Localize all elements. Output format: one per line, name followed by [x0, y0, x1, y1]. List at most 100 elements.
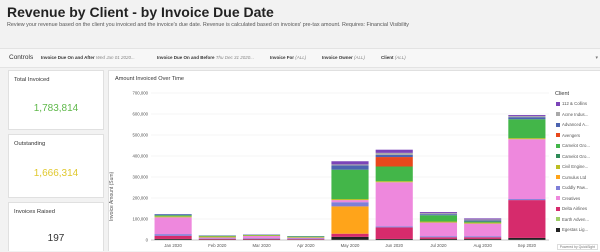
filter-client[interactable]: Client (ALL) — [381, 55, 406, 60]
kpi-invoices-raised[interactable]: Invoices Raised 197 — [8, 202, 104, 251]
legend-swatch — [556, 112, 560, 116]
bar-segment[interactable] — [155, 214, 192, 215]
bar-segment[interactable] — [331, 200, 368, 202]
kpi-total-invoiced[interactable]: Total Invoiced 1,783,814 — [8, 70, 104, 130]
bar-segment[interactable] — [243, 239, 280, 240]
bar-segment[interactable] — [376, 226, 413, 227]
bar-segment[interactable] — [331, 164, 368, 165]
bar-segment[interactable] — [376, 157, 413, 166]
bar-segment[interactable] — [420, 223, 457, 237]
bar-segment[interactable] — [155, 236, 192, 239]
legend-label: Creatives — [562, 196, 580, 201]
bar-segment[interactable] — [376, 182, 413, 226]
bar-segment[interactable] — [464, 218, 501, 219]
bar-segment[interactable] — [155, 215, 192, 216]
bar-segment[interactable] — [376, 227, 413, 239]
bar-segment[interactable] — [508, 199, 545, 200]
legend-swatch — [556, 102, 560, 106]
bar-segment[interactable] — [331, 161, 368, 164]
bar-segment[interactable] — [508, 138, 545, 139]
legend-swatch — [556, 175, 560, 179]
bar-segment[interactable] — [155, 234, 192, 236]
bar-segment[interactable] — [376, 153, 413, 155]
filter-invoice-owner[interactable]: Invoice Owner (ALL) — [322, 55, 365, 60]
legend-item[interactable]: Cumulus Ltd — [556, 175, 586, 180]
bar-segment[interactable] — [331, 170, 368, 199]
bar-segment[interactable] — [331, 234, 368, 237]
legend-item[interactable]: Camelot Gro... — [556, 154, 590, 159]
bar-segment[interactable] — [243, 236, 280, 238]
bar-segment[interactable] — [464, 237, 501, 239]
bar-segment[interactable] — [420, 213, 457, 214]
bar-segment[interactable] — [464, 236, 501, 237]
bar-segment[interactable] — [464, 223, 501, 224]
legend-item[interactable]: Egestas Lig... — [556, 227, 588, 232]
kpi-label: Outstanding — [14, 141, 45, 147]
bar-segment[interactable] — [420, 237, 457, 239]
bar-segment[interactable] — [420, 212, 457, 213]
bar-segment[interactable] — [464, 219, 501, 220]
legend-item[interactable]: Civil Engine... — [556, 164, 588, 169]
bar-segment[interactable] — [243, 235, 280, 236]
bar-segment[interactable] — [331, 237, 368, 240]
x-tick-label: Sep 2020 — [518, 243, 537, 248]
legend-item[interactable]: Camelot Gro... — [556, 143, 590, 148]
legend-item[interactable]: Advanced A... — [556, 122, 589, 127]
legend-item[interactable]: Earth Adven... — [556, 217, 589, 222]
bar-segment[interactable] — [331, 165, 368, 169]
filter-due-on-after[interactable]: Invoice Due On and After Wed Jan 01 2020… — [41, 55, 135, 60]
bar-segment[interactable] — [287, 239, 324, 240]
legend-item[interactable]: Creatives — [556, 196, 580, 201]
bar-segment[interactable] — [376, 155, 413, 157]
bar-segment[interactable] — [508, 200, 545, 238]
filter-value: Thu Dec 31 2020... — [216, 55, 254, 60]
bar-segment[interactable] — [199, 236, 236, 237]
filter-due-on-before[interactable]: Invoice Due On and Before Thu Dec 31 202… — [157, 55, 254, 60]
chevron-down-icon[interactable]: ▾ — [595, 55, 598, 61]
kpi-label: Invoices Raised — [14, 209, 55, 215]
bar-segment[interactable] — [155, 217, 192, 234]
bar-segment[interactable] — [508, 238, 545, 240]
bar-segment[interactable] — [508, 117, 545, 119]
filter-invoice-for[interactable]: Invoice For (ALL) — [270, 55, 306, 60]
legend-item[interactable]: Avengers — [556, 133, 580, 138]
bar-segment[interactable] — [287, 239, 324, 240]
bar-segment[interactable] — [199, 237, 236, 238]
bar-segment[interactable] — [287, 236, 324, 237]
legend-item[interactable]: Delta Airlines — [556, 206, 587, 211]
bar-segment[interactable] — [287, 237, 324, 238]
bar-segment[interactable] — [331, 202, 368, 206]
bar-segment[interactable] — [464, 222, 501, 223]
legend-item[interactable]: Cuddly Paw... — [556, 185, 588, 190]
legend-label: Camelot Gro... — [562, 154, 590, 159]
bar-segment[interactable] — [464, 224, 501, 237]
bar-segment[interactable] — [199, 239, 236, 240]
bar-segment[interactable] — [376, 167, 413, 182]
kpi-outstanding[interactable]: Outstanding 1,666,314 — [8, 134, 104, 198]
bar-segment[interactable] — [376, 150, 413, 153]
bar-segment[interactable] — [420, 214, 457, 215]
legend-item[interactable]: Acme Indus... — [556, 112, 588, 117]
chart-card[interactable]: Amount Invoiced Over Time Invoice Amount… — [108, 70, 600, 251]
legend-title: Client — [555, 91, 569, 97]
bar-segment[interactable] — [331, 206, 368, 233]
bar-segment[interactable] — [376, 181, 413, 182]
bar-segment[interactable] — [508, 139, 545, 199]
bar-segment[interactable] — [420, 236, 457, 237]
legend-item[interactable]: 112 & Collins — [556, 101, 587, 106]
controls-label[interactable]: Controls — [9, 54, 33, 61]
bar-segment[interactable] — [420, 215, 457, 221]
bar-segment[interactable] — [508, 115, 545, 116]
bar-segment[interactable] — [420, 222, 457, 223]
bar-segment[interactable] — [287, 238, 324, 239]
bar-chart[interactable]: 0100,000200,000300,000400,000500,000600,… — [109, 71, 551, 252]
bar-segment[interactable] — [464, 220, 501, 221]
bar-segment[interactable] — [508, 119, 545, 138]
bar-segment[interactable] — [155, 216, 192, 217]
bar-segment[interactable] — [199, 236, 236, 237]
bar-segment[interactable] — [508, 116, 545, 117]
bar-segment[interactable] — [331, 199, 368, 200]
controls-bar: Controls Invoice Due On and After Wed Ja… — [0, 48, 600, 68]
filter-value: (ALL) — [354, 55, 365, 60]
bar-segment[interactable] — [243, 238, 280, 239]
